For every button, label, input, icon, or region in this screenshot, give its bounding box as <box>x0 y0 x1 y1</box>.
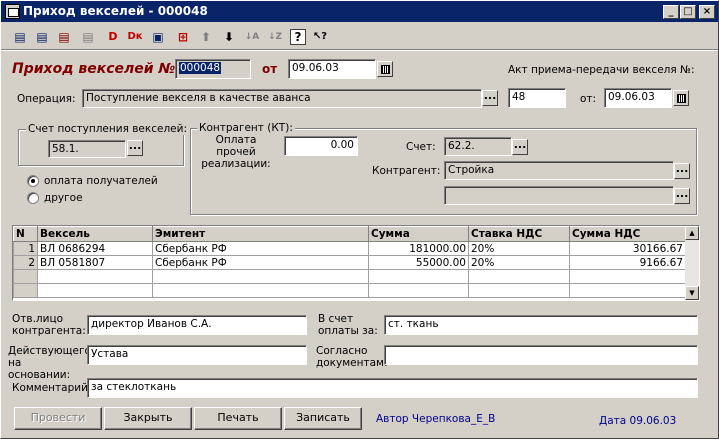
maximize-button[interactable]: □ <box>680 5 696 19</box>
calendar-icon[interactable] <box>377 61 393 77</box>
table-row[interactable]: 1 ВЛ 0686294 Сбербанк РФ 181000.00 20% 3… <box>13 241 686 256</box>
counterparty-select-button[interactable]: ... <box>674 163 690 179</box>
bills-table-container: N Вексель Эмитент Сумма Ставка НДС Сумма… <box>12 225 700 301</box>
counterparty-label: Контрагент: <box>372 165 441 177</box>
document-date-field[interactable]: 09.06.03 <box>288 59 376 79</box>
account-select-button[interactable]: ... <box>127 140 143 156</box>
basis-field[interactable]: Устава <box>87 345 307 365</box>
cell-bill[interactable]: ВЛ 0581807 <box>37 255 153 270</box>
window-title: Приход векселей - 000048 <box>23 4 208 18</box>
close-form-button[interactable]: Закрыть <box>104 407 192 430</box>
operation-label: Операция: <box>17 93 76 105</box>
date-from-label: от <box>262 62 278 76</box>
col-header-vat-rate[interactable]: Ставка НДС <box>468 226 570 242</box>
counterparty-account-select-button[interactable]: ... <box>512 139 528 155</box>
cell-bill[interactable]: ВЛ 0686294 <box>37 241 153 256</box>
documents-field[interactable] <box>384 345 698 365</box>
account-label: Счет: <box>406 141 436 153</box>
post-button[interactable]: Провести <box>14 407 102 430</box>
act-date-field[interactable]: 09.06.03 <box>604 88 672 108</box>
cell-vat-amount[interactable]: 9166.67 <box>569 255 686 270</box>
toolbar-whats-this-icon[interactable]: ↖? <box>310 27 330 47</box>
counterparty-field[interactable]: Стройка <box>444 161 674 180</box>
radio-payers-label: оплата получателей <box>44 175 158 187</box>
payment-for-field[interactable]: ст. ткань <box>384 315 698 335</box>
toolbar-down-arrow-icon[interactable]: ⬇ <box>219 27 239 47</box>
act-number-label: Акт приема-передачи векселя №: <box>508 64 695 76</box>
cell-issuer[interactable]: Сбербанк РФ <box>152 241 369 256</box>
save-button[interactable]: Записать <box>284 407 362 430</box>
date-text: Дата 09.06.03 <box>599 415 677 427</box>
toolbar-d-icon[interactable]: D <box>103 27 123 47</box>
toolbar-add-row-icon[interactable]: ▤ <box>32 27 52 47</box>
comment-field[interactable]: за стеклоткань <box>87 378 698 398</box>
other-payment-label: Оплата прочей реализации: <box>201 134 271 170</box>
col-header-issuer[interactable]: Эмитент <box>152 226 369 242</box>
document-heading: Приход векселей №: <box>12 61 181 77</box>
account-field[interactable]: 58.1. <box>48 140 126 158</box>
toolbar-help-icon[interactable]: ? <box>290 29 306 45</box>
col-header-vat-amount[interactable]: Сумма НДС <box>569 226 686 242</box>
toolbar-insert-icon[interactable]: ⊞ <box>173 27 193 47</box>
responsible-field[interactable]: директор Иванов С.А. <box>87 315 307 335</box>
toolbar-dk-icon[interactable]: Dк <box>125 27 145 47</box>
col-header-bill[interactable]: Вексель <box>37 226 153 242</box>
act-calendar-icon[interactable] <box>673 90 689 106</box>
table-row[interactable]: 2 ВЛ 0581807 Сбербанк РФ 55000.00 20% 91… <box>13 255 686 270</box>
table-row-empty[interactable] <box>13 269 686 284</box>
basis-label: Действующего на основании: <box>8 345 91 381</box>
other-payment-field[interactable]: 0.00 <box>284 136 358 156</box>
toolbar-edit-icon[interactable]: ▣ <box>148 27 168 47</box>
scroll-down-icon[interactable]: ▼ <box>685 286 699 300</box>
cell-issuer[interactable]: Сбербанк РФ <box>152 255 369 270</box>
author-text: Автор Черепкова_Е_В <box>376 413 496 425</box>
toolbar-up-arrow-icon[interactable]: ⬆ <box>196 27 216 47</box>
print-button[interactable]: Печать <box>194 407 282 430</box>
documents-label: Согласно документам: <box>316 345 388 369</box>
table-scrollbar[interactable]: ▲ ▼ <box>685 226 699 300</box>
toolbar-sort-asc-icon[interactable]: ↓A <box>242 27 262 47</box>
comment-label: Комментарий: <box>12 382 92 394</box>
toolbar-delete-row-icon[interactable]: ▤ <box>54 27 74 47</box>
counterparty-group-title: Контрагент (КТ): <box>197 122 295 134</box>
radio-other[interactable] <box>27 192 39 204</box>
counterparty-account-field[interactable]: 62.2. <box>444 137 512 156</box>
operation-field[interactable]: Поступление векселя в качестве аванса <box>82 89 482 108</box>
cell-vat-rate[interactable]: 20% <box>468 241 570 256</box>
col-header-amount[interactable]: Сумма <box>368 226 469 242</box>
toolbar: ▤ ▤ ▤ ▤ D Dк ▣ ⊞ ⬆ ⬇ ↓A ↓Z ? ↖? <box>1 24 718 50</box>
col-header-n[interactable]: N <box>13 226 38 242</box>
act-number-field[interactable]: 48 <box>508 88 566 108</box>
responsible-label: Отв.лицо контрагента: <box>12 313 86 337</box>
document-number-field[interactable]: 000048 <box>175 59 251 79</box>
cell-amount[interactable]: 55000.00 <box>368 255 469 270</box>
payment-for-label: В счет оплаты за: <box>318 313 378 337</box>
app-icon <box>5 4 20 19</box>
bills-table: N Вексель Эмитент Сумма Ставка НДС Сумма… <box>13 226 686 298</box>
close-button[interactable]: × <box>699 5 715 19</box>
cell-amount[interactable]: 181000.00 <box>368 241 469 256</box>
counterparty-extra-select-button[interactable]: ... <box>674 188 690 204</box>
cell-n: 2 <box>13 255 38 270</box>
document-number-value: 000048 <box>179 62 222 74</box>
toolbar-copy-icon[interactable]: ▤ <box>78 27 98 47</box>
counterparty-extra-field[interactable] <box>444 186 674 205</box>
operation-select-button[interactable]: ... <box>482 90 498 106</box>
cell-vat-rate[interactable]: 20% <box>468 255 570 270</box>
cell-n: 1 <box>13 241 38 256</box>
title-bar[interactable]: Приход векселей - 000048 _ □ × <box>1 1 718 22</box>
toolbar-sort-desc-icon[interactable]: ↓Z <box>265 27 285 47</box>
cell-vat-amount[interactable]: 30166.67 <box>569 241 686 256</box>
table-header-row: N Вексель Эмитент Сумма Ставка НДС Сумма… <box>13 226 686 242</box>
table-row-empty[interactable] <box>13 283 686 298</box>
minimize-button[interactable]: _ <box>663 5 679 19</box>
toolbar-new-icon[interactable]: ▤ <box>10 27 30 47</box>
radio-payers[interactable] <box>27 175 39 187</box>
radio-other-label: другое <box>44 192 83 204</box>
account-group-title: Счет поступления векселей: <box>26 123 189 135</box>
act-date-label: от: <box>580 93 597 105</box>
scroll-up-icon[interactable]: ▲ <box>685 226 699 240</box>
